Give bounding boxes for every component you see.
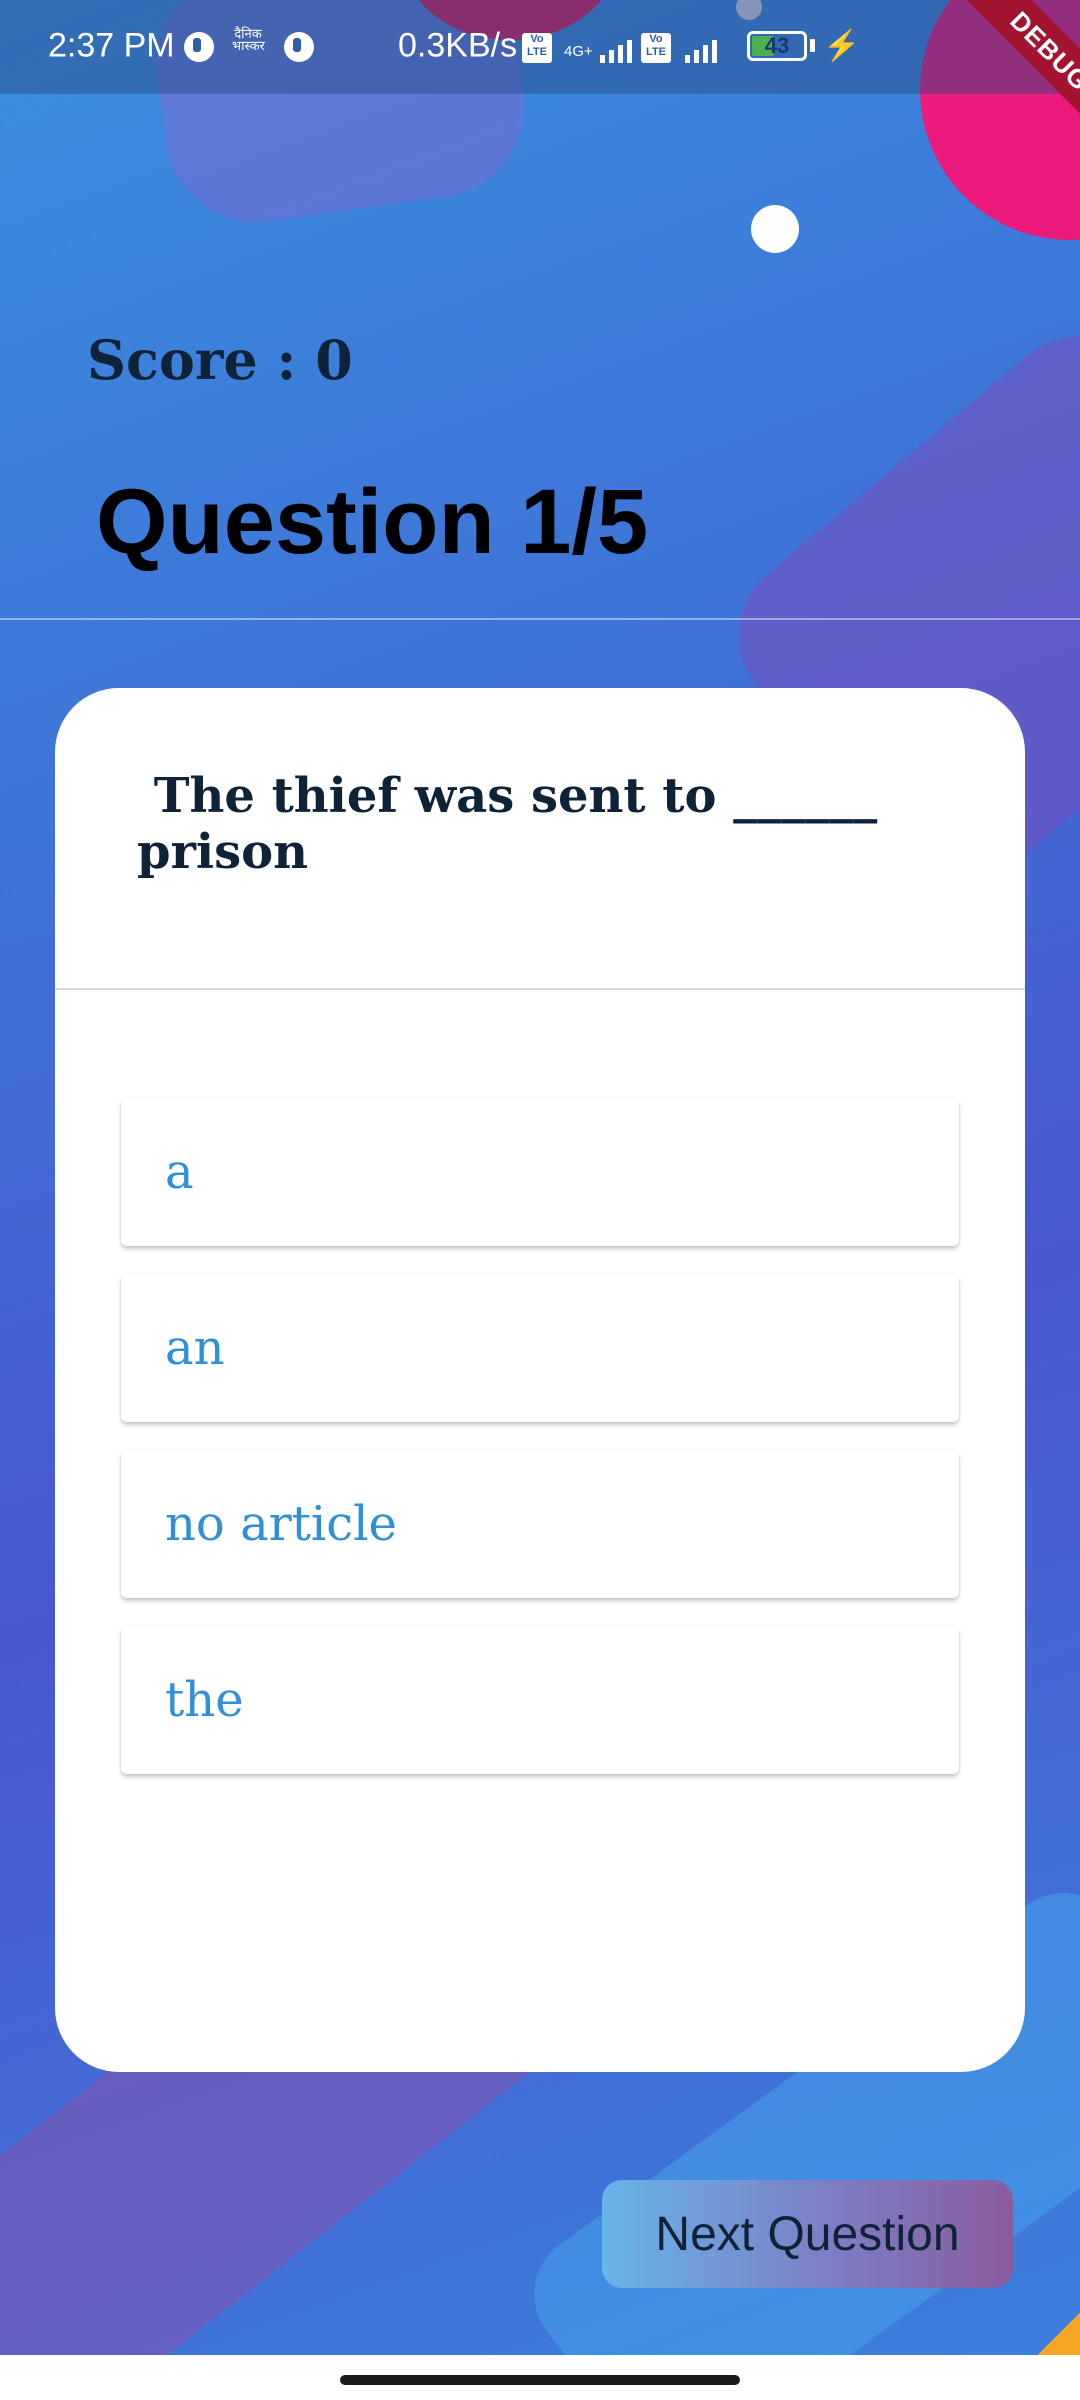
notification-icon [184,32,214,62]
quiz-screen: 2:37 PM दैनिक भास्कर 0.3KB/s Vo LTE 4G+ … [0,0,1080,2355]
answer-option-label: no article [165,1496,397,1552]
volte-icon: Vo LTE [641,33,671,63]
status-bar: 2:37 PM दैनिक भास्कर 0.3KB/s Vo LTE 4G+ … [0,0,1080,94]
answer-option-label: the [165,1672,244,1728]
answer-option-label: a [165,1144,194,1200]
network-speed: 0.3KB/s [398,26,518,65]
battery-level: 43 [764,33,790,58]
divider [0,618,1080,620]
navigation-bar [0,2355,1080,2400]
charging-icon: ⚡ [823,29,861,63]
volte-icon: Vo LTE [522,33,552,63]
score-label: Score : 0 [87,328,353,392]
home-gesture-handle[interactable] [340,2375,740,2385]
divider [55,988,1025,990]
news-app-icon: दैनिक भास्कर [232,26,265,53]
question-card: The thief was sent to ______ prison a an… [55,688,1025,2072]
answer-options: a an no article the [121,1098,959,1802]
background-shape [1037,2312,1080,2355]
answer-option-no-article[interactable]: no article [121,1450,959,1598]
status-time: 2:37 PM [48,26,175,65]
signal-icon [685,37,717,63]
question-counter: Question 1/5 [96,471,649,573]
next-question-label: Next Question [655,2207,960,2261]
answer-option-an[interactable]: an [121,1274,959,1422]
signal-icon [600,37,632,63]
notification-icon [284,32,314,62]
answer-option-label: an [165,1320,225,1376]
next-question-button[interactable]: Next Question [602,2180,1013,2288]
answer-option-the[interactable]: the [121,1626,959,1774]
question-text: The thief was sent to ______ prison [137,768,878,880]
network-type: 4G+ [564,43,593,60]
answer-option-a[interactable]: a [121,1098,959,1246]
decorative-dot [751,205,799,253]
battery-tip [810,39,815,52]
battery-icon: 43 [747,31,807,61]
